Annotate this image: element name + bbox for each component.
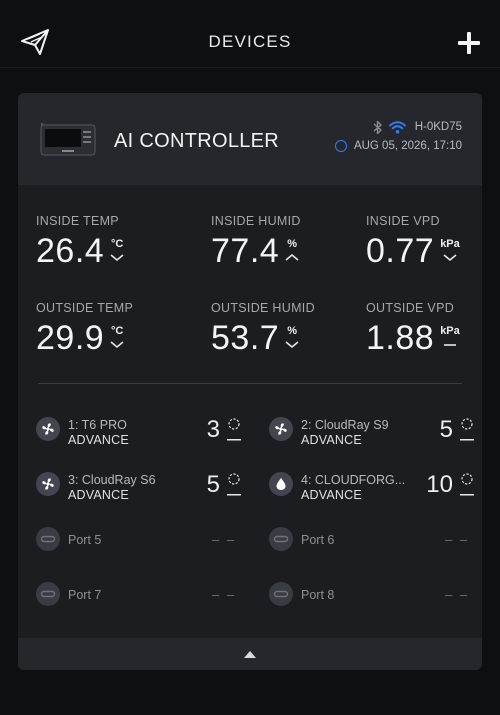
section-divider (38, 383, 462, 384)
port-name: 2: CloudRay S9 (301, 418, 389, 432)
port-name: Port 8 (301, 588, 335, 602)
port-level: 10 (426, 471, 453, 498)
speed-level-icon (460, 473, 474, 496)
port-name: 3: CloudRay S6 (68, 473, 156, 487)
metric-inside-vpd: INSIDE VPD 0.77 kPa (366, 214, 460, 271)
plus-icon[interactable] (456, 30, 482, 56)
collapse-button[interactable] (18, 638, 482, 670)
wifi-icon (388, 120, 406, 134)
metric-inside-temp: INSIDE TEMP 26.4 °C (36, 214, 124, 271)
metric-value: 26.4 (36, 232, 105, 270)
caret-up-icon (244, 650, 256, 658)
chevron-up-icon (285, 253, 299, 261)
port-level: 3 (206, 416, 220, 443)
port-name: Port 6 (301, 533, 335, 547)
chevron-down-icon (110, 341, 124, 349)
metric-label: INSIDE HUMID (211, 214, 301, 228)
metric-value: 77.4 (211, 232, 280, 270)
port-2[interactable]: 2: CloudRay S9 ADVANCE 5 (269, 411, 479, 447)
metric-outside-humid: OUTSIDE HUMID 53.7 % (211, 301, 315, 358)
port-empty-value: – – (445, 532, 470, 547)
metric-unit: °C (111, 238, 124, 250)
metric-unit: °C (111, 325, 124, 337)
fan-icon (36, 472, 60, 496)
port-empty-value: – – (445, 587, 470, 602)
metric-outside-vpd: OUTSIDE VPD 1.88 kPa (366, 301, 460, 358)
metric-label: INSIDE TEMP (36, 214, 119, 228)
port-name: Port 7 (68, 588, 102, 602)
metric-label: OUTSIDE HUMID (211, 301, 315, 315)
port-mode: ADVANCE (301, 433, 362, 447)
metric-value: 1.88 (366, 319, 435, 357)
metric-label: INSIDE VPD (366, 214, 440, 228)
fan-icon (269, 417, 293, 441)
port-empty-value: – – (212, 532, 237, 547)
port-1[interactable]: 1: T6 PRO ADVANCE 3 (36, 411, 246, 447)
page-title: DEVICES (208, 32, 292, 51)
device-name: AI CONTROLLER (114, 130, 280, 152)
speed-level-icon (460, 418, 474, 441)
speed-level-icon (227, 418, 241, 441)
metric-outside-temp: OUTSIDE TEMP 29.9 °C (36, 301, 133, 358)
port-7[interactable]: Port 7 – – (36, 576, 246, 612)
water-drop-icon (269, 472, 293, 496)
chevron-down-icon (110, 254, 124, 262)
metric-label: OUTSIDE TEMP (36, 301, 134, 315)
fan-icon (36, 417, 60, 441)
chevron-down-icon (443, 254, 457, 262)
port-empty-value: – – (212, 587, 237, 602)
port-name: 4: CLOUDFORG... (301, 473, 406, 487)
port-name: 1: T6 PRO (68, 418, 127, 432)
port-5[interactable]: Port 5 – – (36, 521, 246, 557)
device-card-header[interactable]: AI CONTROLLER H-0KD75 AUG 05, 2026, 17:1… (18, 93, 482, 185)
plug-icon (269, 527, 293, 551)
metric-value: 29.9 (36, 319, 105, 357)
port-mode: ADVANCE (301, 488, 362, 502)
device-status: H-0KD75 AUG 05, 2026, 17:10 (334, 119, 462, 152)
flat-trend-icon (443, 344, 456, 346)
port-3[interactable]: 3: CloudRay S6 ADVANCE 5 (36, 466, 246, 502)
port-4[interactable]: 4: CLOUDFORG... ADVANCE 10 (269, 466, 479, 502)
plug-icon (36, 527, 60, 551)
port-level: 5 (206, 471, 220, 498)
speed-level-icon (227, 473, 241, 496)
plug-icon (269, 582, 293, 606)
port-8[interactable]: Port 8 – – (269, 576, 479, 612)
port-name: Port 5 (68, 533, 102, 547)
connection-id: H-0KD75 (414, 121, 462, 133)
port-level: 5 (439, 416, 453, 443)
port-mode: ADVANCE (68, 488, 129, 502)
clock-icon (334, 140, 347, 152)
plug-icon (36, 582, 60, 606)
metric-value: 53.7 (211, 319, 280, 357)
metric-value: 0.77 (366, 232, 435, 270)
port-6[interactable]: Port 6 – – (269, 521, 479, 557)
metric-unit: % (287, 325, 298, 337)
timestamp: AUG 05, 2026, 17:10 (353, 140, 462, 152)
metric-unit: kPa (440, 325, 460, 337)
bluetooth-icon (373, 120, 382, 134)
controller-device-image (40, 123, 96, 156)
metric-unit: % (287, 238, 298, 250)
chevron-down-icon (285, 341, 299, 349)
port-mode: ADVANCE (68, 433, 129, 447)
metric-inside-humid: INSIDE HUMID 77.4 % (211, 214, 301, 271)
device-card[interactable]: AI CONTROLLER H-0KD75 AUG 05, 2026, 17:1… (18, 93, 482, 670)
metric-label: OUTSIDE VPD (366, 301, 455, 315)
top-bar: DEVICES (0, 0, 500, 68)
metric-unit: kPa (440, 238, 460, 250)
